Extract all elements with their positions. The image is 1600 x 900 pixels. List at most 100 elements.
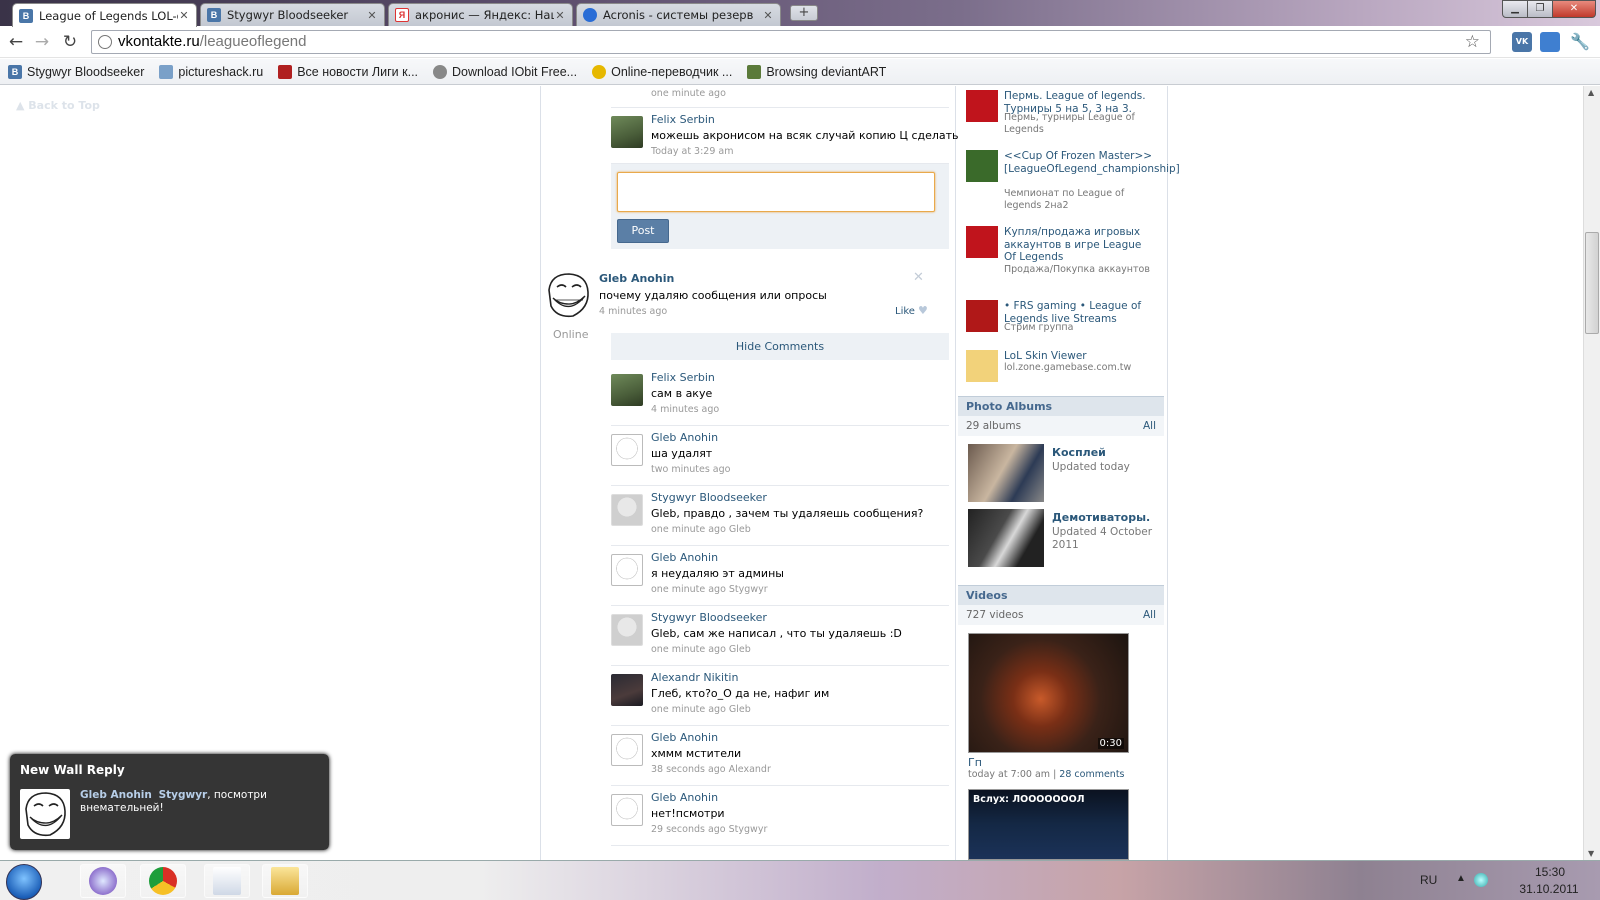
bookmark-iobit[interactable]: Download IObit Free... <box>433 64 577 79</box>
album-item[interactable]: Демотиваторы. Updated 4 October 2011 <box>968 509 1160 567</box>
comment-author-link[interactable]: Alexandr Nikitin <box>651 671 738 684</box>
new-tab-button[interactable]: + <box>790 5 818 21</box>
network-icon[interactable] <box>1474 873 1488 887</box>
post-time[interactable]: 4 minutes ago <box>599 306 667 317</box>
album-title[interactable]: Демотиваторы. <box>1052 511 1150 524</box>
bookmark-deviantart[interactable]: Browsing deviantART <box>747 64 886 79</box>
comment-meta: one minute ago Stygwyr <box>651 584 768 595</box>
taskbar-explorer[interactable] <box>262 864 308 898</box>
video-thumbnail[interactable]: Вслух: ЛОООООООЛ <box>968 789 1129 860</box>
group-avatar[interactable] <box>966 226 998 258</box>
video-comments-link[interactable]: 28 comments <box>1059 769 1124 780</box>
tab-acronis[interactable]: Acronis - системы резерв ✕ <box>576 3 781 26</box>
video-title[interactable]: Гп <box>968 756 982 769</box>
group-item[interactable]: Купля/продажа игровых аккаунтов в игре L… <box>966 226 1162 276</box>
album-item[interactable]: Косплей Updated today <box>968 444 1160 502</box>
bookmark-pictureshack[interactable]: pictureshack.ru <box>159 64 263 79</box>
back-to-top-link[interactable]: ▲ Back to Top <box>16 99 100 112</box>
address-bar[interactable]: vkontakte.ru/leagueoflegend ☆ <box>91 30 1491 54</box>
notification-author[interactable]: Gleb Anohin <box>80 789 152 801</box>
video-thumbnail[interactable]: 0:30 <box>968 633 1129 753</box>
group-item[interactable]: Пермь. League of legends. Турниры 5 на 5… <box>966 90 1162 140</box>
close-icon[interactable]: ✕ <box>366 9 378 22</box>
scrollbar-thumb[interactable] <box>1585 232 1599 334</box>
forward-arrow-icon[interactable]: → <box>32 32 52 52</box>
wrench-icon[interactable]: 🔧 <box>1570 32 1590 52</box>
tab-stygwyr-bloodseeker[interactable]: В Stygwyr Bloodseeker ✕ <box>200 3 385 26</box>
comment-author-link[interactable]: Stygwyr Bloodseeker <box>651 611 767 624</box>
avatar[interactable] <box>543 270 593 320</box>
hide-comments-button[interactable]: Hide Comments <box>611 333 949 360</box>
videos-header[interactable]: Videos <box>958 585 1164 605</box>
group-item[interactable]: LoL Skin Viewer lol.zone.gamebase.com.tw <box>966 350 1162 400</box>
vk-extension-icon[interactable]: VK <box>1512 32 1532 52</box>
group-avatar[interactable] <box>966 350 998 382</box>
group-name-link[interactable]: <<Cup Of Frozen Master>> [LeagueOfLegend… <box>1004 150 1180 175</box>
bookmark-stygwyr[interactable]: В Stygwyr Bloodseeker <box>8 64 144 79</box>
group-name-link[interactable]: LoL Skin Viewer <box>1004 350 1154 363</box>
avatar[interactable] <box>611 434 643 466</box>
group-item[interactable]: • FRS gaming • League of Legends live St… <box>966 300 1162 350</box>
bookmark-star-icon[interactable]: ☆ <box>1465 31 1480 53</box>
avatar[interactable] <box>611 674 643 706</box>
group-avatar[interactable] <box>966 300 998 332</box>
taskbar-chrome[interactable] <box>140 864 186 898</box>
all-albums-link[interactable]: All <box>1143 416 1156 436</box>
album-thumbnail[interactable] <box>968 509 1044 567</box>
start-button[interactable] <box>6 864 42 900</box>
scroll-up-arrow-icon[interactable]: ▲ <box>1588 88 1594 97</box>
all-videos-link[interactable]: All <box>1143 605 1156 625</box>
avatar[interactable] <box>611 614 643 646</box>
avatar[interactable] <box>611 494 643 526</box>
album-title[interactable]: Косплей <box>1052 446 1106 459</box>
comment-author-link[interactable]: Felix Serbin <box>651 113 715 126</box>
bookmark-league-news[interactable]: Все новости Лиги к... <box>278 64 418 79</box>
window-close-button[interactable]: ✕ <box>1552 0 1596 18</box>
comment-author-link[interactable]: Stygwyr Bloodseeker <box>651 491 767 504</box>
back-arrow-icon[interactable]: ← <box>6 32 26 52</box>
close-icon[interactable]: ✕ <box>762 9 774 22</box>
comment-meta: 4 minutes ago <box>651 404 720 415</box>
comment-author-link[interactable]: Felix Serbin <box>651 371 715 384</box>
tab-yandex-search[interactable]: Я акронис — Яндекс: Нашл ✕ <box>388 3 573 26</box>
post-button[interactable]: Post <box>617 219 669 243</box>
close-icon[interactable]: ✕ <box>554 9 566 22</box>
language-indicator[interactable]: RU <box>1420 873 1437 887</box>
photo-albums-header[interactable]: Photo Albums <box>958 396 1164 416</box>
show-hidden-icons-icon[interactable]: ▲ <box>1456 873 1466 884</box>
comment-author-link[interactable]: Gleb Anohin <box>651 431 718 444</box>
minimize-button[interactable]: ▁ <box>1502 0 1528 18</box>
tab-league-of-legends[interactable]: В League of Legends LOL-gar ✕ <box>12 3 197 27</box>
post-author-link[interactable]: Gleb Anohin <box>599 272 674 285</box>
clock-date[interactable]: 31.10.2011 <box>1514 882 1584 896</box>
heart-icon[interactable]: ♥ <box>918 304 928 317</box>
comment-author-link[interactable]: Gleb Anohin <box>651 551 718 564</box>
clock-time[interactable]: 15:30 <box>1520 865 1580 879</box>
group-avatar[interactable] <box>966 90 998 122</box>
taskbar-notepad[interactable] <box>204 864 250 898</box>
notification-popup[interactable]: New Wall Reply Gleb Anohin Stygwyr, посм… <box>10 754 329 850</box>
scroll-down-arrow-icon[interactable]: ▼ <box>1588 849 1594 858</box>
group-item[interactable]: <<Cup Of Frozen Master>> [LeagueOfLegend… <box>966 150 1180 211</box>
avatar[interactable] <box>611 734 643 766</box>
avatar[interactable] <box>611 554 643 586</box>
reload-icon[interactable]: ↻ <box>60 32 80 52</box>
comment-author-link[interactable]: Gleb Anohin <box>651 731 718 744</box>
mail-extension-icon[interactable] <box>1540 32 1560 52</box>
album-thumbnail[interactable] <box>968 444 1044 502</box>
comment-author-link[interactable]: Gleb Anohin <box>651 791 718 804</box>
page-scrollbar[interactable]: ▲ ▼ <box>1583 86 1600 860</box>
taskbar-bittorrent[interactable] <box>80 864 126 898</box>
delete-post-icon[interactable]: ✕ <box>913 270 924 285</box>
like-button[interactable]: Like <box>895 306 915 317</box>
bookmark-translator[interactable]: Online-переводчик ... <box>592 64 732 79</box>
avatar[interactable] <box>611 794 643 826</box>
avatar[interactable] <box>611 116 643 148</box>
reply-textarea[interactable] <box>617 172 935 212</box>
close-icon[interactable]: ✕ <box>178 9 190 22</box>
group-name-link[interactable]: Купля/продажа игровых аккаунтов в игре L… <box>1004 226 1154 264</box>
group-avatar[interactable] <box>966 150 998 182</box>
pictureshack-icon <box>159 64 174 79</box>
avatar[interactable] <box>611 374 643 406</box>
maximize-button[interactable]: ❐ <box>1527 0 1553 18</box>
